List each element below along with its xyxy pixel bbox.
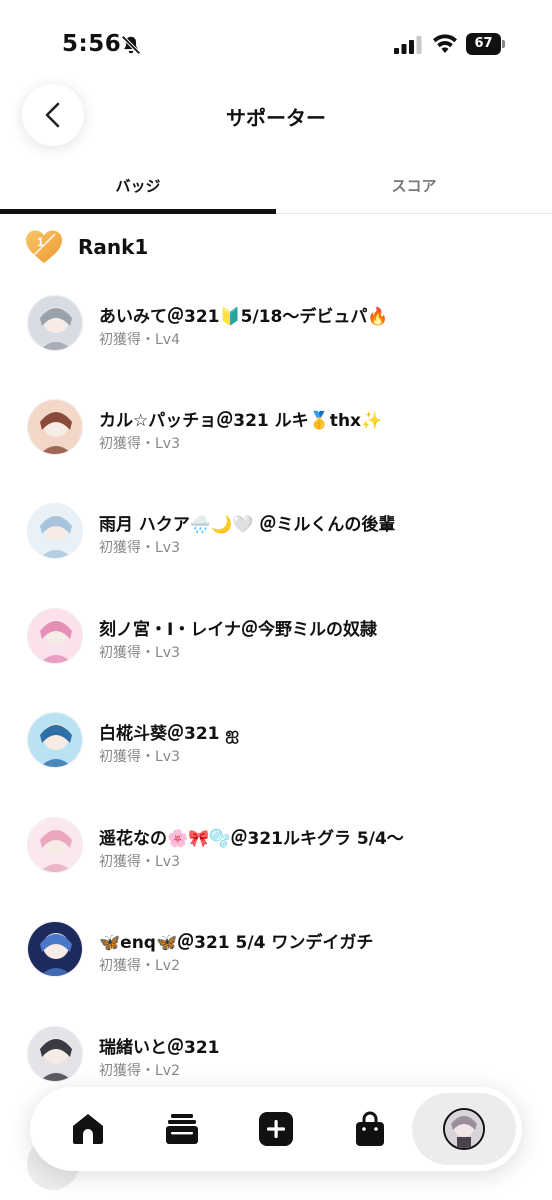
avatar[interactable]	[27, 295, 83, 351]
supporter-name: 瑞緒いと＠321	[99, 1038, 220, 1058]
avatar[interactable]	[27, 399, 83, 455]
status-time: 5:56	[62, 31, 122, 57]
supporter-name: カル☆パッチョ＠321 ルキ🥇thx✨	[99, 411, 383, 431]
profile-avatar	[443, 1108, 485, 1150]
heart-rank-1-icon: 1	[26, 230, 62, 263]
battery-icon: 67	[466, 33, 506, 55]
supporter-level: 初獲得・Lv2	[99, 1063, 180, 1079]
svg-text:1: 1	[37, 235, 44, 249]
avatar[interactable]	[27, 1026, 83, 1082]
battery-level: 67	[466, 33, 501, 55]
supporter-row[interactable]: あいみて＠321🔰5/18～デビュパ🔥 初獲得・Lv4	[0, 271, 552, 375]
supporter-name: 🦋enq🦋＠321 5/4 ワンデイガチ	[99, 933, 374, 953]
rank-section-header: 1 Rank1	[24, 228, 148, 266]
active-tab-indicator	[0, 209, 276, 214]
page-title: サポーター	[226, 106, 326, 130]
bell-off-icon	[121, 35, 141, 55]
avatar[interactable]	[27, 921, 83, 977]
nav-home[interactable]	[60, 1101, 116, 1157]
nav-cards[interactable]	[154, 1101, 210, 1157]
supporter-level: 初獲得・Lv3	[99, 645, 180, 661]
supporter-row[interactable]: 刻ノ宮・I・レイナ＠今野ミルの奴隷 初獲得・Lv3	[0, 584, 552, 688]
supporter-row[interactable]: 白椛斗葵＠321 ஐ 初獲得・Lv3	[0, 688, 552, 792]
nav-create[interactable]	[248, 1101, 304, 1157]
supporter-level: 初獲得・Lv3	[99, 749, 180, 765]
home-icon	[73, 1114, 103, 1144]
avatar[interactable]	[27, 817, 83, 873]
supporter-level: 初獲得・Lv3	[99, 854, 180, 870]
supporter-level: 初獲得・Lv2	[99, 958, 180, 974]
supporter-row[interactable]: 雨月 ハクア🌧️🌙🤍 ＠ミルくんの後輩 初獲得・Lv3	[0, 479, 552, 583]
bottom-navigation	[30, 1087, 522, 1171]
supporter-row[interactable]: カル☆パッチョ＠321 ルキ🥇thx✨ 初獲得・Lv3	[0, 375, 552, 479]
tab-badges[interactable]: バッジ	[0, 168, 276, 214]
cellular-signal-icon	[394, 36, 422, 54]
tab-bar: バッジ スコア	[0, 168, 552, 214]
rank-label: Rank1	[78, 235, 149, 259]
supporter-level: 初獲得・Lv4	[99, 332, 180, 348]
supporter-name: 白椛斗葵＠321 ஐ	[99, 724, 240, 744]
supporter-level: 初獲得・Lv3	[99, 540, 180, 556]
supporter-name: あいみて＠321🔰5/18～デビュパ🔥	[99, 307, 389, 327]
tab-score[interactable]: スコア	[276, 168, 552, 214]
cards-stack-icon	[166, 1114, 198, 1144]
avatar[interactable]	[27, 503, 83, 559]
avatar[interactable]	[27, 712, 83, 768]
supporter-name: 遥花なの🌸🎀🫧＠321ルキグラ 5/4～	[99, 829, 404, 849]
shopping-bag-icon	[356, 1111, 384, 1146]
supporter-row[interactable]: 🦋enq🦋＠321 5/4 ワンデイガチ 初獲得・Lv2	[0, 897, 552, 1001]
nav-shop[interactable]	[342, 1101, 398, 1157]
nav-profile[interactable]	[412, 1093, 516, 1165]
supporter-row[interactable]: 遥花なの🌸🎀🫧＠321ルキグラ 5/4～ 初獲得・Lv3	[0, 793, 552, 897]
supporter-name: 雨月 ハクア🌧️🌙🤍 ＠ミルくんの後輩	[99, 515, 396, 535]
wifi-icon	[433, 34, 457, 53]
plus-square-icon	[259, 1112, 293, 1146]
status-bar: 5:56 67	[0, 0, 552, 80]
supporter-level: 初獲得・Lv3	[99, 436, 180, 452]
supporter-name: 刻ノ宮・I・レイナ＠今野ミルの奴隷	[99, 620, 377, 640]
avatar[interactable]	[27, 608, 83, 664]
